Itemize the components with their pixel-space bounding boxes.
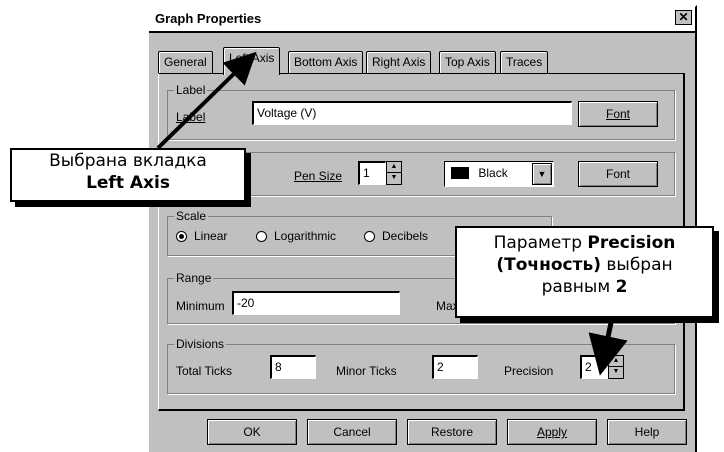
arrow-to-precision: [588, 317, 628, 376]
callout-left-line2: Left Axis: [86, 173, 170, 193]
callout-left-line1: Выбрана вкладка: [49, 151, 207, 171]
arrow-to-left-axis-tab: [156, 51, 257, 150]
callout-left-axis: Выбрана вкладка Left Axis: [10, 148, 246, 202]
callout-precision: Параметр Precision (Точность) выбран рав…: [455, 226, 714, 318]
